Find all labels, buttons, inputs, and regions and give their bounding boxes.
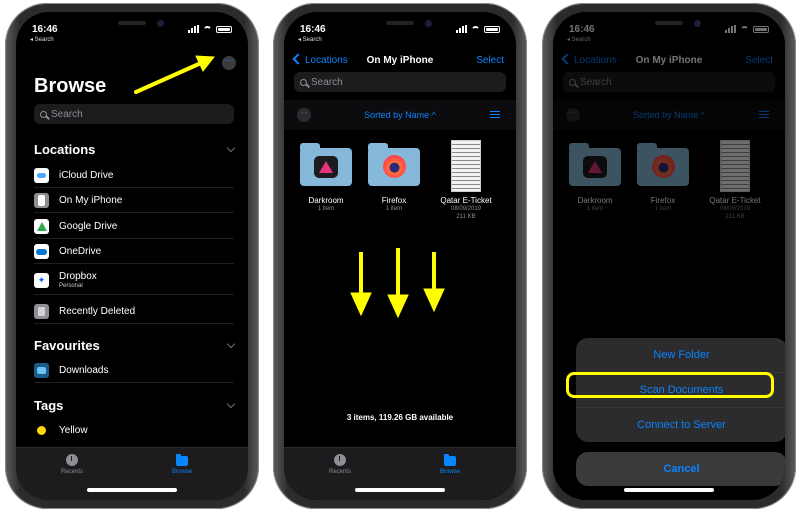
annotation-down-arrows	[350, 248, 445, 319]
annotation-arrow-to-more-button	[134, 55, 215, 94]
annotation-overlay	[134, 55, 445, 319]
